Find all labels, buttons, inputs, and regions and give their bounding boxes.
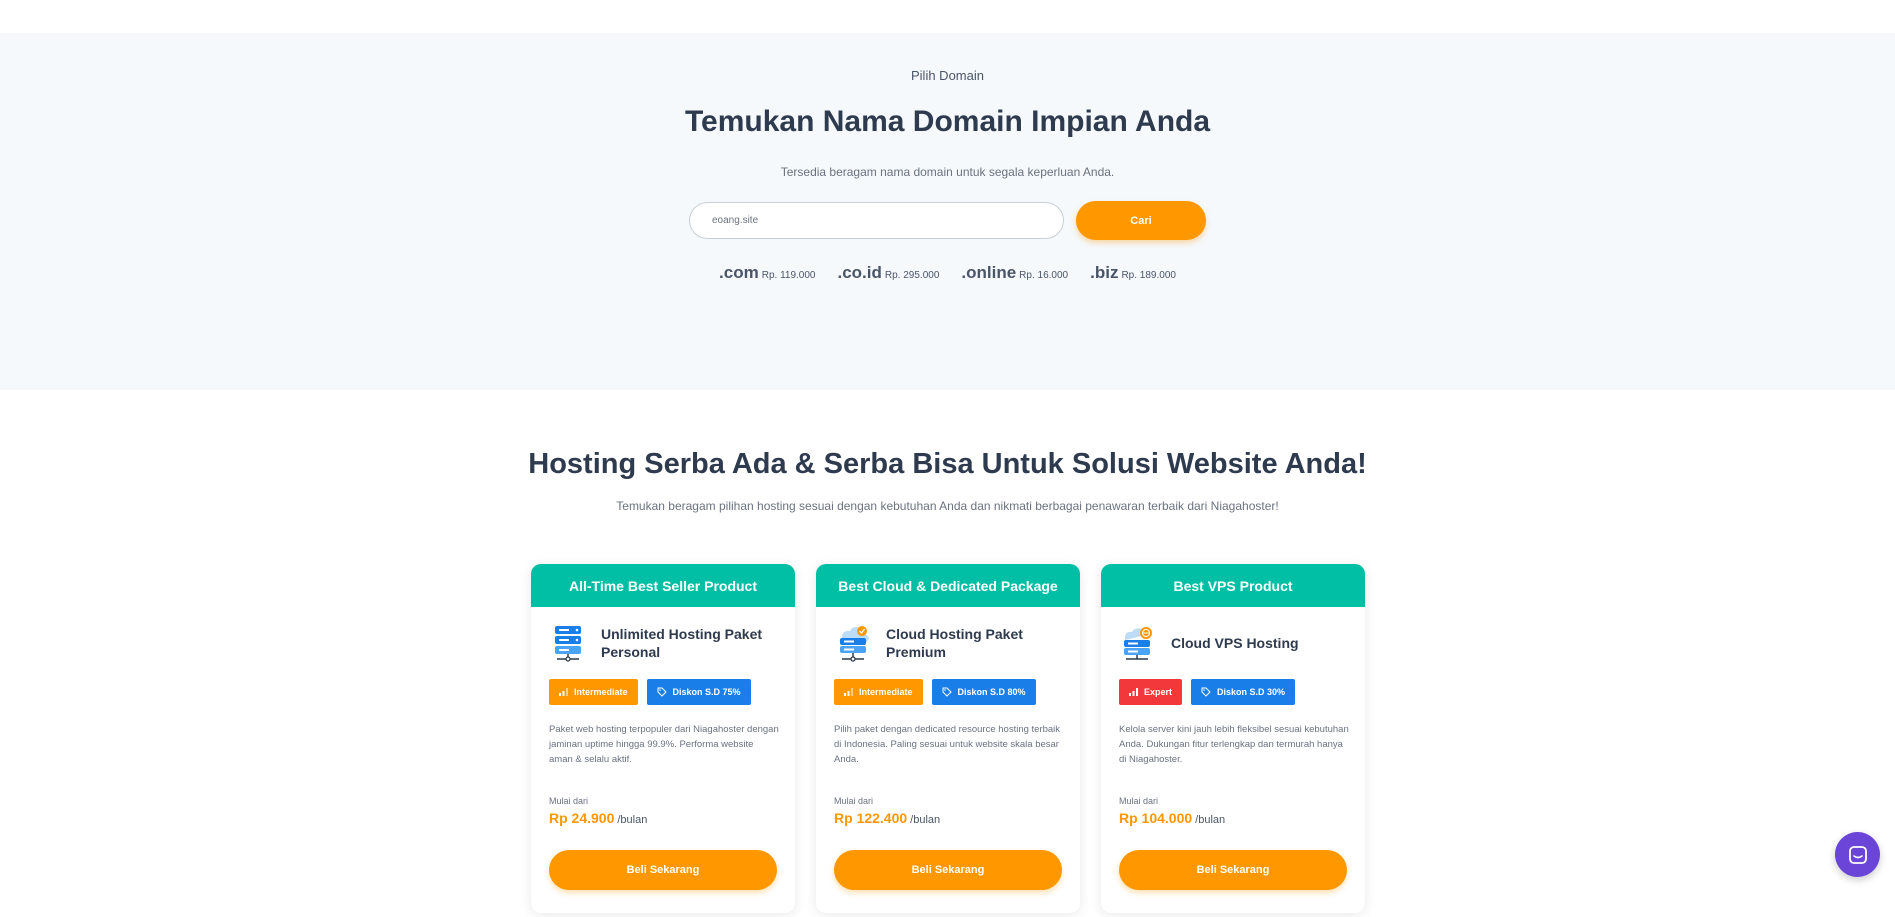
signal-icon [844,688,853,696]
product-name: Unlimited Hosting Paket Personal [601,626,763,660]
card-badges: Expert Diskon S.D 30% [1119,679,1296,705]
chat-launcher-button[interactable] [1835,832,1880,877]
price-unit: /bulan [617,814,648,826]
discount-badge: Diskon S.D 30% [1191,679,1296,705]
domain-subtitle: Tersedia beragam nama domain untuk segal… [780,165,1115,179]
discount-label: Diskon S.D 30% [1217,687,1286,697]
price-label: Mulai dari [549,796,589,806]
price-unit: /bulan [1195,814,1226,826]
tld-name: .online [961,263,1017,282]
level-label: Intermediate [859,687,913,697]
discount-badge: Diskon S.D 75% [646,679,751,705]
discount-badge: Diskon S.D 80% [931,679,1036,705]
tld-price: Rp. 16.000 [1019,270,1069,281]
top-bar [0,0,1895,33]
card-header: All-Time Best Seller Product [531,564,795,607]
card-product: Cloud VPS Hosting [1119,624,1351,662]
tld-name: .biz [1090,263,1119,282]
level-badge: Intermediate [834,679,923,705]
hosting-title: Hosting Serba Ada & Serba Bisa Untuk Sol… [528,448,1367,480]
signal-icon [559,688,568,696]
tag-icon [942,687,952,697]
card-description: Kelola server kini jauh lebih fleksibel … [1119,724,1349,765]
hosting-subtitle: Temukan beragam pilihan hosting sesuai d… [616,499,1279,513]
card-product: Unlimited Hosting Paket Personal [549,624,781,662]
tld-name: .com [719,263,759,282]
discount-label: Diskon S.D 80% [957,687,1026,697]
level-label: Expert [1144,687,1173,697]
tld-item[interactable]: .co.id Rp. 295.000 [837,263,939,283]
buy-button[interactable]: Beli Sekarang [1119,850,1347,890]
vps-server-icon [1124,627,1152,660]
price-unit: /bulan [910,814,941,826]
card-header: Best Cloud & Dedicated Package [816,564,1080,607]
product-name: Cloud Hosting Paket Premium [886,626,1023,660]
signal-icon [1129,688,1138,696]
price-value: Rp 122.400 [834,810,908,826]
tld-item[interactable]: .com Rp. 119.000 [719,263,815,283]
domain-eyebrow: Pilih Domain [911,68,984,83]
price-row: Rp 24.900 /bulan [549,810,647,826]
price-label: Mulai dari [1119,796,1159,806]
hosting-card-vps: Best VPS Product Cloud VPS Hosting Exper… [1101,564,1365,913]
price-row: Rp 104.000 /bulan [1119,810,1225,826]
product-name: Cloud VPS Hosting [1171,635,1299,651]
level-badge: Intermediate [549,679,638,705]
tld-item[interactable]: .biz Rp. 189.000 [1090,263,1176,283]
tld-price-list: .com Rp. 119.000 .co.id Rp. 295.000 .onl… [0,263,1895,283]
buy-button[interactable]: Beli Sekarang [834,850,1062,890]
price-row: Rp 122.400 /bulan [834,810,940,826]
card-badges: Intermediate Diskon S.D 75% [549,679,751,705]
price-label: Mulai dari [834,796,874,806]
tld-price: Rp. 295.000 [884,270,940,281]
tld-name: .co.id [837,263,882,282]
domain-title: Temukan Nama Domain Impian Anda [684,105,1211,138]
server-icon [555,626,581,662]
card-header: Best VPS Product [1101,564,1365,607]
tag-icon [1201,687,1211,697]
price-value: Rp 24.900 [549,810,615,826]
tld-item[interactable]: .online Rp. 16.000 [961,263,1068,283]
price-value: Rp 104.000 [1119,810,1193,826]
cloud-server-icon [839,626,869,662]
card-product: Cloud Hosting Paket Premium [834,624,1066,662]
tld-price: Rp. 189.000 [1121,270,1176,281]
buy-button[interactable]: Beli Sekarang [549,850,777,890]
card-description: Paket web hosting terpopuler dari Niagah… [549,724,779,765]
card-description: Pilih paket dengan dedicated resource ho… [834,724,1061,765]
discount-label: Diskon S.D 75% [672,687,741,697]
card-badges: Intermediate Diskon S.D 80% [834,679,1036,705]
hosting-card-cloud: Best Cloud & Dedicated Package Cloud Hos… [816,564,1080,913]
level-label: Intermediate [574,687,628,697]
tld-price: Rp. 119.000 [761,270,816,281]
hosting-card-personal: All-Time Best Seller Product Unlimited H… [531,564,795,913]
level-badge: Expert [1119,679,1183,705]
tag-icon [657,687,667,697]
search-button[interactable]: Cari [1076,201,1206,240]
domain-search-input[interactable] [689,202,1064,239]
chat-icon [1848,845,1867,864]
